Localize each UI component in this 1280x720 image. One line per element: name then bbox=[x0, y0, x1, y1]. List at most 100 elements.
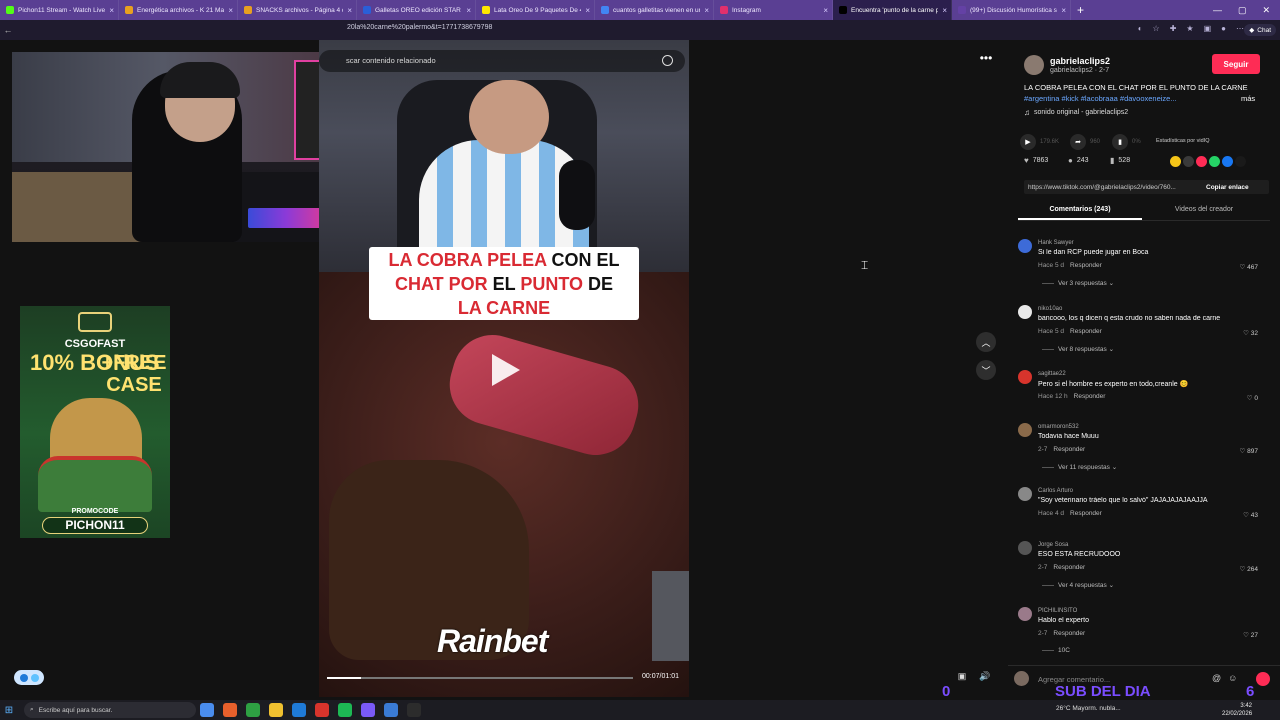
save-action[interactable]: ▮ 528 bbox=[1110, 156, 1130, 165]
close-tab-icon[interactable]: × bbox=[1061, 6, 1066, 15]
commenter-avatar[interactable] bbox=[1018, 423, 1032, 437]
send-icon[interactable] bbox=[1196, 156, 1207, 167]
taskbar-app-icon[interactable] bbox=[407, 703, 421, 717]
commenter-avatar[interactable] bbox=[1018, 305, 1032, 319]
reply-button[interactable]: Responder bbox=[1070, 510, 1102, 517]
comment-likes[interactable]: ♡ 467 bbox=[1240, 263, 1259, 271]
commenter-name[interactable]: sagittae22 bbox=[1038, 371, 1066, 377]
browser-tab[interactable]: SNACKS archivos - Página 4 de 5 × bbox=[238, 0, 357, 20]
shares-stat[interactable]: ➦ 960 bbox=[1070, 134, 1100, 150]
commenter-avatar[interactable] bbox=[1018, 370, 1032, 384]
play-icon[interactable] bbox=[492, 354, 520, 386]
commenter-name[interactable]: Carlos Arturo bbox=[1038, 488, 1073, 494]
plays-stat[interactable]: ▶ 179.6K bbox=[1020, 134, 1059, 150]
share-arrow-icon[interactable] bbox=[1235, 156, 1246, 167]
comment-likes[interactable]: ♡ 264 bbox=[1240, 565, 1259, 573]
commenter-name[interactable]: PICHILINSITO bbox=[1038, 608, 1077, 614]
share-link-url[interactable]: https://www.tiktok.com/@gabrielaclips2/v… bbox=[1024, 184, 1200, 191]
view-replies-button[interactable]: Ver 11 respuestas ⌄ bbox=[1042, 463, 1117, 471]
taskbar-app-icon[interactable] bbox=[338, 703, 352, 717]
close-tab-icon[interactable]: × bbox=[228, 6, 233, 15]
taskbar-app-icon[interactable] bbox=[269, 703, 283, 717]
more-options-icon[interactable]: ••• bbox=[977, 52, 995, 66]
close-tab-icon[interactable]: × bbox=[109, 6, 114, 15]
more-link[interactable]: más bbox=[1241, 94, 1255, 103]
tab-creator-videos[interactable]: Videos del creador bbox=[1142, 206, 1266, 213]
reply-button[interactable]: Responder bbox=[1070, 262, 1102, 269]
whatsapp-icon[interactable] bbox=[1209, 156, 1220, 167]
close-tab-icon[interactable]: × bbox=[585, 6, 590, 15]
creator-username[interactable]: gabrielaclips2 bbox=[1050, 56, 1110, 66]
sound-link[interactable]: sonido original - gabrielaclips2 bbox=[1034, 109, 1128, 116]
comment-likes[interactable]: ♡ 27 bbox=[1243, 631, 1258, 639]
browser-tab[interactable]: (99+) Discusión Humorística sobre × bbox=[952, 0, 1071, 20]
search-icon[interactable] bbox=[662, 55, 673, 66]
commenter-name[interactable]: omarmoron532 bbox=[1038, 424, 1079, 430]
creator-avatar[interactable] bbox=[1024, 55, 1044, 75]
maximize-button[interactable]: ▢ bbox=[1238, 5, 1247, 16]
close-tab-icon[interactable]: × bbox=[347, 6, 352, 15]
view-replies-button[interactable]: Ver 8 respuestas ⌄ bbox=[1042, 345, 1114, 353]
like-action[interactable]: ♥ 7863 bbox=[1024, 156, 1048, 165]
windows-start-icon[interactable]: ⊞ bbox=[0, 705, 18, 716]
video-hashtags[interactable]: #argentina #kick #lacobraaa #davooxeneiz… bbox=[1024, 94, 1229, 103]
commenter-avatar[interactable] bbox=[1018, 239, 1032, 253]
engagement-stat[interactable]: ▮ 0% bbox=[1112, 134, 1141, 150]
view-replies-button[interactable]: Ver 4 respuestas ⌄ bbox=[1042, 581, 1114, 589]
view-replies-button[interactable]: 10C bbox=[1042, 647, 1070, 654]
video-progress-track[interactable] bbox=[327, 677, 633, 679]
commenter-avatar[interactable] bbox=[1018, 607, 1032, 621]
reply-button[interactable]: Responder bbox=[1053, 630, 1085, 637]
comment-likes[interactable]: ♡ 32 bbox=[1243, 329, 1258, 337]
reply-button[interactable]: Responder bbox=[1053, 446, 1085, 453]
browser-tab[interactable]: Pichon11 Stream - Watch Live on × bbox=[0, 0, 119, 20]
related-search-bar[interactable]: scar contenido relacionado bbox=[319, 50, 685, 72]
comment-likes[interactable]: ♡ 0 bbox=[1247, 394, 1258, 402]
taskbar-app-icon[interactable] bbox=[223, 703, 237, 717]
browser-tab[interactable]: Lata Oreo De 9 Paquetes De 4 Un × bbox=[476, 0, 595, 20]
comment-action[interactable]: ● 243 bbox=[1068, 156, 1089, 165]
browser-tab[interactable]: cuantos galletitas vienen en un pa × bbox=[595, 0, 714, 20]
previous-video-button[interactable]: ︿ bbox=[976, 332, 996, 352]
browser-tab[interactable]: Encuentra 'punto de la carne pale × bbox=[833, 0, 952, 20]
collections-icon[interactable]: ▣ bbox=[1204, 24, 1212, 33]
commenter-name[interactable]: Jorge Sosa bbox=[1038, 542, 1068, 548]
system-clock[interactable]: 3:42 22/02/2026 bbox=[1222, 702, 1252, 718]
extension-icon[interactable]: ◐ bbox=[1138, 24, 1143, 33]
close-tab-icon[interactable]: × bbox=[466, 6, 471, 15]
profile-icon[interactable]: ● bbox=[1221, 24, 1226, 33]
taskbar-app-icon[interactable] bbox=[292, 703, 306, 717]
comment-likes[interactable]: ♡ 43 bbox=[1243, 511, 1258, 519]
copy-link-button[interactable]: Copiar enlace bbox=[1200, 184, 1249, 191]
close-window-button[interactable]: ✕ bbox=[1262, 5, 1270, 16]
close-tab-icon[interactable]: × bbox=[823, 6, 828, 15]
minimize-button[interactable]: — bbox=[1213, 5, 1222, 16]
tab-comments[interactable]: Comentarios (243) bbox=[1018, 206, 1142, 213]
taskbar-app-icon[interactable] bbox=[200, 703, 214, 717]
commenter-name[interactable]: Hank Sawyer bbox=[1038, 240, 1074, 246]
taskbar-app-icon[interactable] bbox=[246, 703, 260, 717]
star-icon[interactable]: ☆ bbox=[1153, 24, 1160, 33]
chat-button[interactable]: ◆ Chat bbox=[1244, 24, 1276, 36]
taskbar-app-icon[interactable] bbox=[361, 703, 375, 717]
puzzle-icon[interactable]: ✚ bbox=[1170, 24, 1177, 33]
commenter-avatar[interactable] bbox=[1018, 541, 1032, 555]
browser-tab[interactable]: Galletas OREO edición STAR WAR × bbox=[357, 0, 476, 20]
menu-icon[interactable]: ⋯ bbox=[1236, 24, 1244, 33]
view-replies-button[interactable]: Ver 3 respuestas ⌄ bbox=[1042, 279, 1114, 287]
weather-widget[interactable]: 26°C Mayorm. nubla... bbox=[1056, 705, 1121, 712]
taskbar-app-icon[interactable] bbox=[384, 703, 398, 717]
taskbar-app-icon[interactable] bbox=[315, 703, 329, 717]
coin-icon[interactable] bbox=[1170, 156, 1181, 167]
commenter-avatar[interactable] bbox=[1018, 487, 1032, 501]
close-tab-icon[interactable]: × bbox=[942, 6, 947, 15]
reply-button[interactable]: Responder bbox=[1053, 564, 1085, 571]
taskbar-search[interactable]: ⌕ Escribe aquí para buscar. bbox=[24, 702, 196, 718]
favorites-icon[interactable]: ★ bbox=[1186, 24, 1193, 33]
reply-button[interactable]: Responder bbox=[1070, 328, 1102, 335]
facebook-icon[interactable] bbox=[1222, 156, 1233, 167]
embed-icon[interactable] bbox=[1183, 156, 1194, 167]
browser-tab[interactable]: Energética archivos - K 21 Market× bbox=[119, 0, 238, 20]
close-tab-icon[interactable]: × bbox=[704, 6, 709, 15]
reply-button[interactable]: Responder bbox=[1074, 393, 1106, 400]
